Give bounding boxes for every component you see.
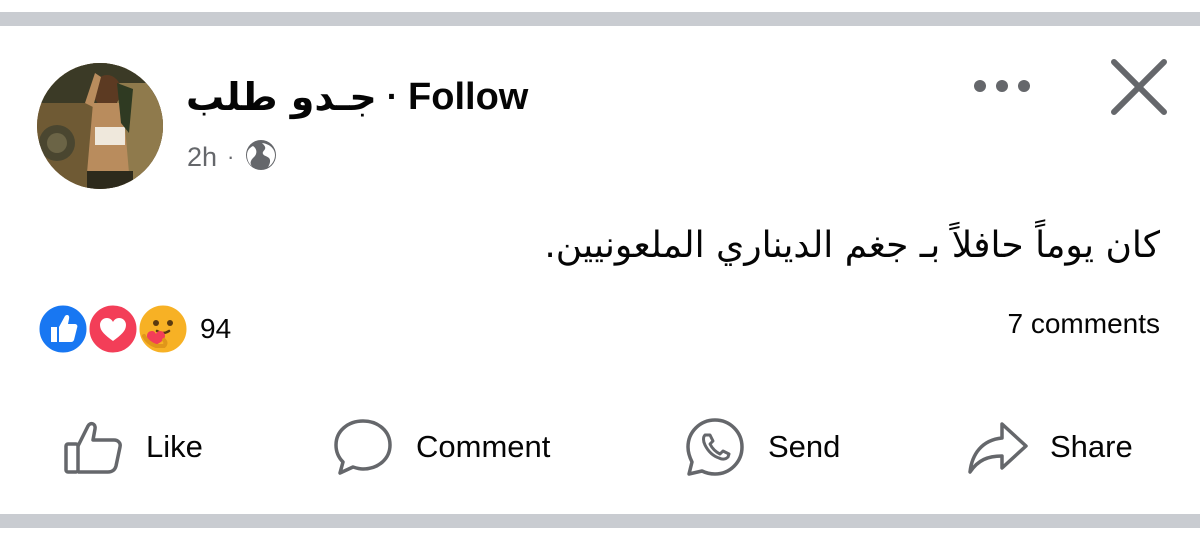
care-reaction-icon	[136, 302, 190, 356]
author-separator: ·	[386, 77, 399, 116]
author-name[interactable]: جـدو طلب	[186, 75, 377, 119]
reactions-summary[interactable]: 94	[36, 302, 231, 356]
comments-count-link[interactable]: 7 comments	[1008, 308, 1161, 340]
send-button[interactable]: Send	[684, 405, 840, 489]
reaction-count: 94	[200, 313, 232, 344]
love-reaction-icon	[86, 302, 140, 356]
like-reaction-icon	[36, 302, 90, 356]
post-time[interactable]: 2h	[187, 142, 217, 173]
thumbs-up-icon	[64, 421, 122, 474]
comment-button[interactable]: Comment	[332, 405, 550, 489]
share-label: Share	[1050, 429, 1133, 464]
share-icon	[968, 422, 1028, 474]
more-horizontal-icon	[974, 80, 1030, 92]
top-divider	[0, 0, 1200, 30]
like-label: Like	[146, 429, 203, 464]
globe-icon[interactable]	[244, 138, 278, 177]
follow-button[interactable]: Follow	[408, 76, 528, 119]
whatsapp-icon	[686, 418, 744, 476]
send-label: Send	[768, 429, 841, 464]
author-row: جـدو طلب · Follow	[186, 72, 528, 122]
post-action-bar: Like Comment Send Share	[0, 405, 1200, 489]
share-button[interactable]: Share	[966, 405, 1133, 489]
comment-icon	[334, 419, 392, 475]
post-body-text: كان يوماً حافلاً بـ جغم الديناري الملعون…	[544, 225, 1160, 266]
post-meta: 2h ·	[187, 137, 278, 177]
avatar[interactable]	[37, 63, 163, 189]
meta-separator: ·	[227, 144, 235, 169]
avatar-image	[37, 63, 163, 189]
like-button[interactable]: Like	[62, 405, 203, 489]
comment-label: Comment	[416, 429, 551, 464]
more-options-button[interactable]	[965, 64, 1035, 110]
close-button[interactable]	[1102, 55, 1172, 119]
close-icon	[1111, 59, 1167, 115]
bottom-divider	[0, 514, 1200, 528]
reaction-icons	[36, 302, 190, 356]
